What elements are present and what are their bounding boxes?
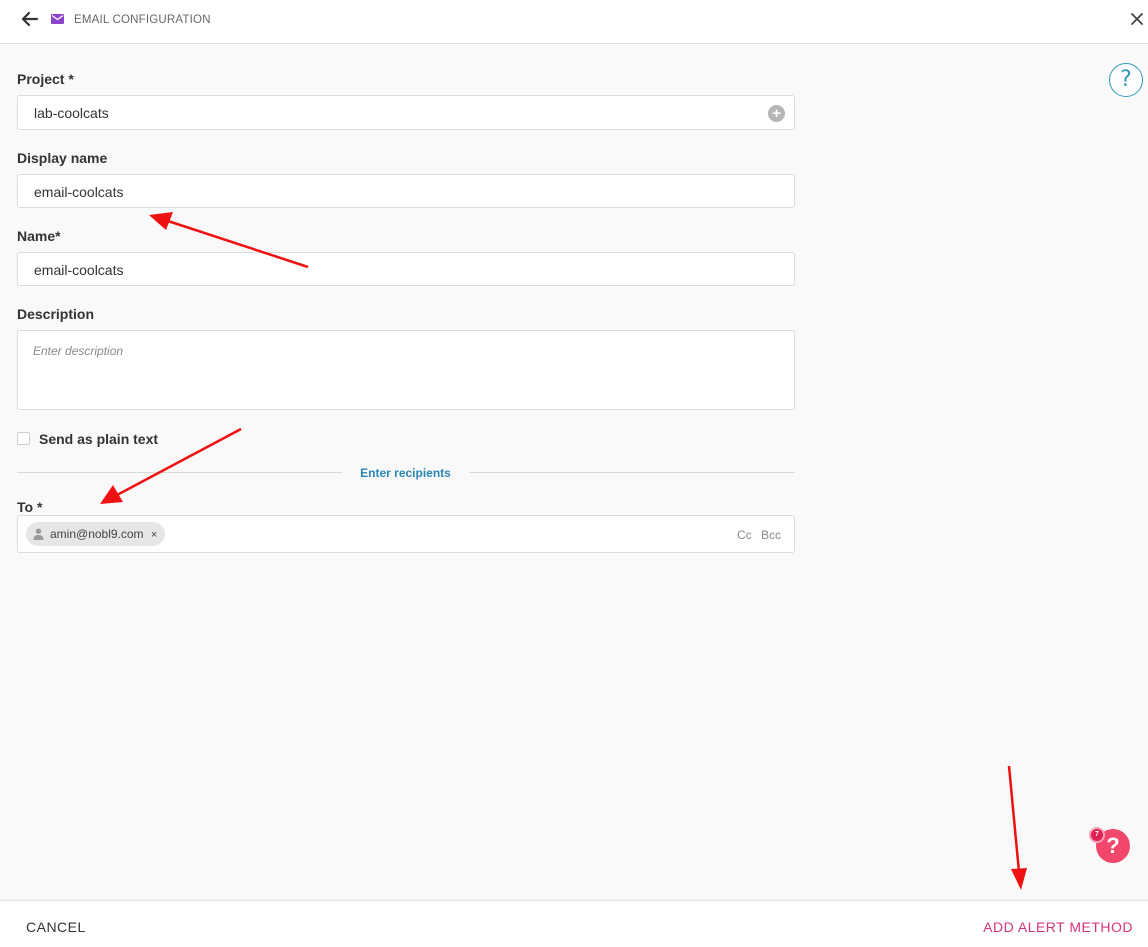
name-value: email-coolcats bbox=[34, 262, 124, 278]
plain-text-label[interactable]: Send as plain text bbox=[39, 431, 158, 447]
help-icon[interactable]: ? bbox=[1109, 63, 1143, 97]
annotation-arrows bbox=[100, 212, 1027, 890]
close-icon[interactable] bbox=[1130, 12, 1144, 26]
arrow-left-icon[interactable] bbox=[20, 9, 40, 29]
notification-badge: 7 bbox=[1089, 827, 1105, 843]
cancel-button[interactable]: CANCEL bbox=[26, 919, 86, 935]
user-icon bbox=[33, 528, 44, 540]
envelope-icon bbox=[51, 14, 64, 24]
divider-right bbox=[469, 472, 795, 473]
project-value: lab-coolcats bbox=[34, 105, 109, 121]
project-label: Project * bbox=[17, 71, 74, 87]
display-name-value: email-coolcats bbox=[34, 184, 124, 200]
display-name-input[interactable]: email-coolcats bbox=[17, 174, 795, 208]
plain-text-checkbox[interactable] bbox=[17, 432, 30, 445]
add-alert-method-button[interactable]: ADD ALERT METHOD bbox=[983, 919, 1133, 935]
divider-left bbox=[17, 472, 342, 473]
description-label: Description bbox=[17, 306, 95, 322]
description-textarea[interactable]: Enter description bbox=[17, 330, 795, 410]
name-label: Name* bbox=[17, 228, 61, 244]
add-project-icon[interactable]: + bbox=[768, 105, 785, 122]
dialog-title: EMAIL CONFIGURATION bbox=[74, 14, 211, 26]
project-select[interactable]: lab-coolcats + bbox=[17, 95, 795, 130]
bcc-button[interactable]: Bcc bbox=[761, 528, 781, 542]
dialog-footer: CANCEL ADD ALERT METHOD bbox=[0, 900, 1148, 947]
recipients-divider-text: Enter recipients bbox=[360, 466, 451, 480]
to-recipients-input[interactable]: amin@nobl9.com × Cc Bcc bbox=[17, 515, 795, 553]
name-input[interactable]: email-coolcats bbox=[17, 252, 795, 286]
dialog-header: EMAIL CONFIGURATION bbox=[0, 0, 1148, 44]
arrow-to-add-button bbox=[1007, 765, 1027, 890]
recipient-email: amin@nobl9.com bbox=[50, 527, 144, 541]
description-placeholder: Enter description bbox=[33, 344, 124, 358]
cc-button[interactable]: Cc bbox=[737, 528, 752, 542]
recipient-chip[interactable]: amin@nobl9.com × bbox=[26, 522, 166, 546]
to-label: To * bbox=[17, 499, 43, 515]
display-name-label: Display name bbox=[17, 150, 108, 166]
remove-recipient-icon[interactable]: × bbox=[151, 529, 157, 541]
